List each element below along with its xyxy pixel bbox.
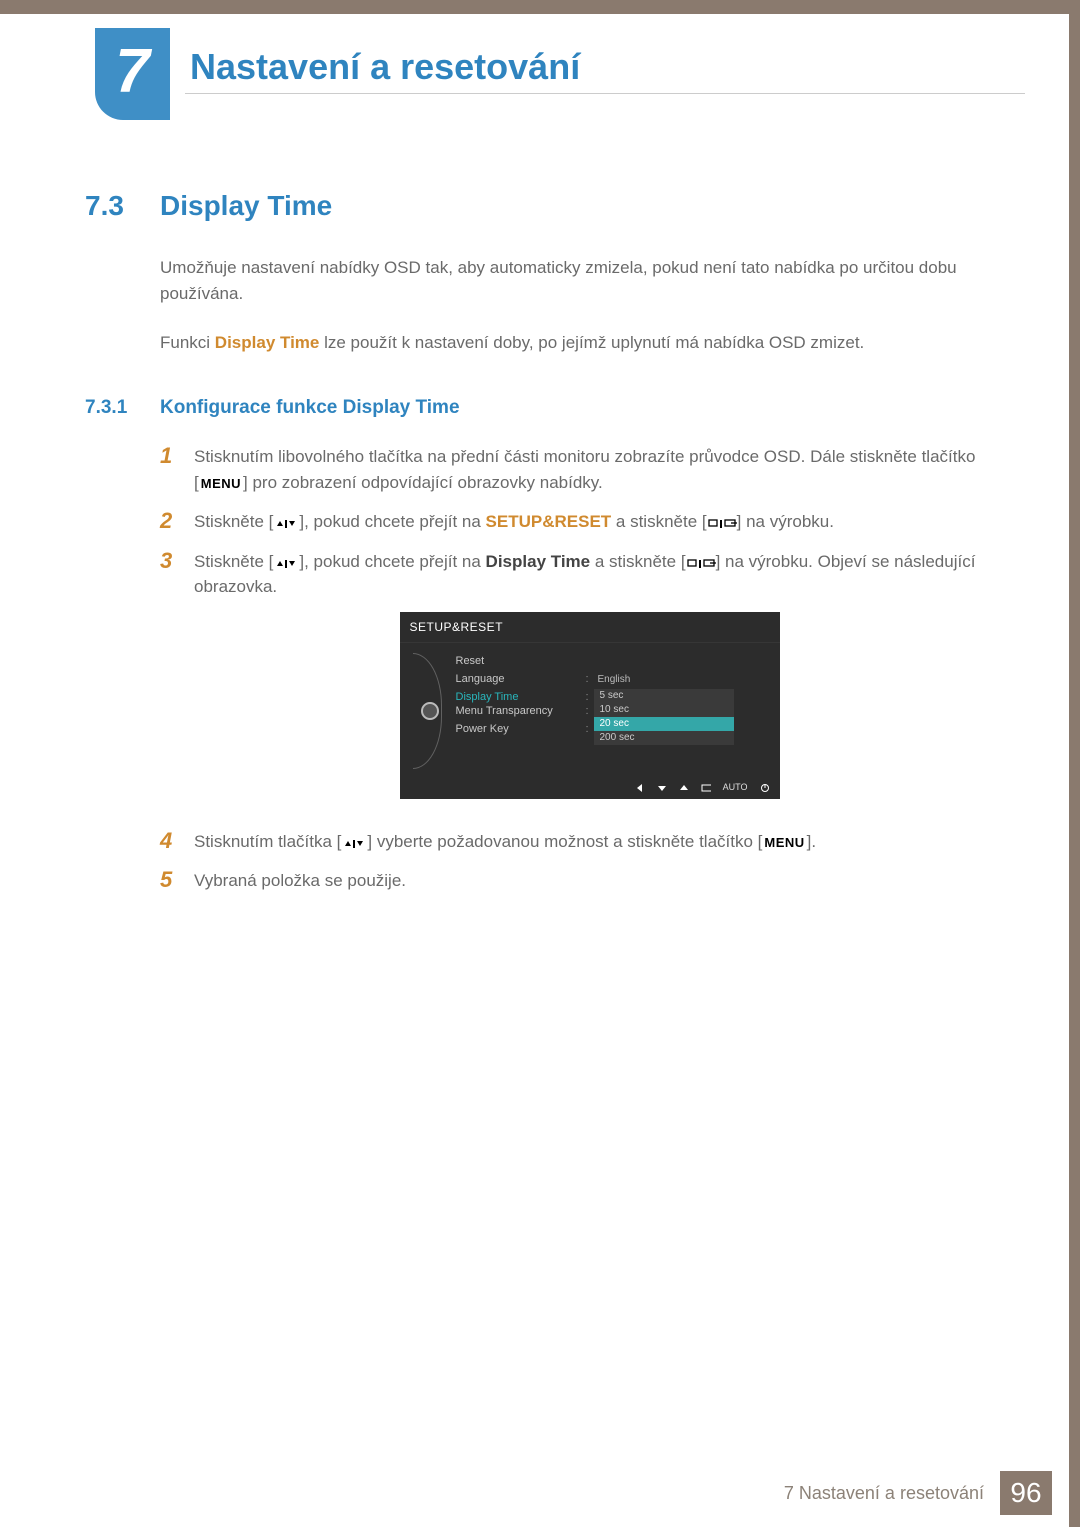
step-2: 2 Stiskněte [ ], pokud chcete přejít na S… [160, 509, 985, 535]
osd-sep: : [586, 703, 594, 720]
section-number: 7.3 [85, 185, 160, 227]
osd-label: Reset [456, 653, 586, 670]
step-number: 1 [160, 444, 194, 495]
up-down-icon [273, 552, 299, 571]
text: Funkci [160, 333, 215, 352]
text: Stiskněte [ [194, 552, 273, 571]
menu-button-label: MENU [762, 835, 806, 850]
enter-icon [701, 783, 711, 793]
step-body: Stisknutím tlačítka [ ] vyberte požadovan… [194, 829, 985, 855]
osd-row-reset: Reset [450, 653, 768, 671]
osd-options-dropdown: 5 sec 10 sec 20 sec 200 sec [594, 689, 734, 745]
side-frame-bar [1069, 14, 1080, 1527]
enter-source-icon [707, 512, 737, 531]
osd-row-language: Language : English [450, 671, 768, 689]
chapter-title: Nastavení a resetování [190, 40, 580, 94]
subsection-heading: 7.3.1 Konfigurace funkce Display Time [85, 394, 985, 423]
section-heading: 7.3 Display Time [85, 185, 985, 227]
down-icon [657, 783, 667, 793]
text: a stiskněte [ [590, 552, 685, 571]
intro-paragraph-1: Umožňuje nastavení nabídky OSD tak, aby … [160, 255, 985, 306]
up-icon [679, 783, 689, 793]
step-number: 3 [160, 549, 194, 815]
top-frame-bar [0, 0, 1080, 14]
osd-menu: Reset Language : English Display Time : [450, 653, 768, 769]
page-number: 96 [1000, 1471, 1052, 1515]
step-5: 5 Vybraná položka se použije. [160, 868, 985, 894]
osd-label: Power Key [456, 721, 586, 738]
text: Stiskněte [ [194, 512, 273, 531]
step-body: Stiskněte [ ], pokud chcete přejít na Dis… [194, 549, 985, 815]
text: ] pro zobrazení odpovídající obrazovky n… [243, 473, 603, 492]
highlight-display-time: Display Time [486, 552, 591, 571]
step-1: 1 Stisknutím libovolného tlačítka na pře… [160, 444, 985, 495]
steps-list: 1 Stisknutím libovolného tlačítka na pře… [160, 444, 985, 894]
section-title: Display Time [160, 185, 332, 227]
osd-option: 200 sec [594, 731, 734, 745]
text: ] vyberte požadovanou možnost a stisknět… [367, 832, 762, 851]
text: lze použít k nastavení doby, po jejímž u… [319, 333, 864, 352]
osd-option-highlighted: 20 sec [594, 717, 734, 731]
osd-sep: : [586, 671, 594, 688]
step-body: Vybraná položka se použije. [194, 868, 985, 894]
chapter-badge: 7 [95, 28, 170, 120]
osd-title: SETUP&RESET [400, 612, 780, 643]
auto-label: AUTO [723, 781, 748, 795]
intro-paragraph-2: Funkci Display Time lze použít k nastave… [160, 330, 985, 356]
text: a stiskněte [ [611, 512, 706, 531]
step-4: 4 Stisknutím tlačítka [ ] vyberte požadov… [160, 829, 985, 855]
highlight-setup-reset: SETUP&RESET [486, 512, 612, 531]
footer-text: 7 Nastavení a resetování [784, 1480, 984, 1507]
text: ] na výrobku. [737, 512, 834, 531]
subsection-title: Konfigurace funkce Display Time [160, 394, 460, 423]
osd-screenshot: SETUP&RESET Reset Language : [400, 612, 780, 799]
text: ], pokud chcete přejít na [299, 552, 485, 571]
subsection-number: 7.3.1 [85, 394, 160, 423]
osd-option: 5 sec [594, 689, 734, 703]
menu-button-label: MENU [199, 476, 243, 491]
step-body: Stiskněte [ ], pokud chcete přejít na SET… [194, 509, 985, 535]
up-down-icon [273, 512, 299, 531]
osd-option: 10 sec [594, 703, 734, 717]
step-number: 5 [160, 868, 194, 894]
step-3: 3 Stiskněte [ ], pokud chcete přejít na D… [160, 549, 985, 815]
page-footer: 7 Nastavení a resetování 96 [784, 1471, 1052, 1515]
power-icon [760, 783, 770, 793]
chapter-underline [185, 93, 1025, 94]
highlight-display-time: Display Time [215, 333, 320, 352]
text: Stisknutím tlačítka [ [194, 832, 341, 851]
osd-sep: : [586, 721, 594, 738]
osd-side-icon [410, 653, 450, 769]
gear-icon [421, 702, 439, 720]
step-number: 4 [160, 829, 194, 855]
step-number: 2 [160, 509, 194, 535]
osd-label: Language [456, 671, 586, 688]
enter-source-icon [686, 552, 716, 571]
text: ]. [807, 832, 816, 851]
osd-body: Reset Language : English Display Time : [400, 643, 780, 779]
osd-footer-icons: AUTO [635, 781, 770, 795]
page-content: 7.3 Display Time Umožňuje nastavení nabí… [85, 185, 985, 908]
osd-label: Menu Transparency [456, 703, 586, 720]
osd-value: English [594, 672, 768, 687]
left-icon [635, 783, 645, 793]
text: ], pokud chcete přejít na [299, 512, 485, 531]
up-down-icon [341, 832, 367, 851]
step-body: Stisknutím libovolného tlačítka na předn… [194, 444, 985, 495]
